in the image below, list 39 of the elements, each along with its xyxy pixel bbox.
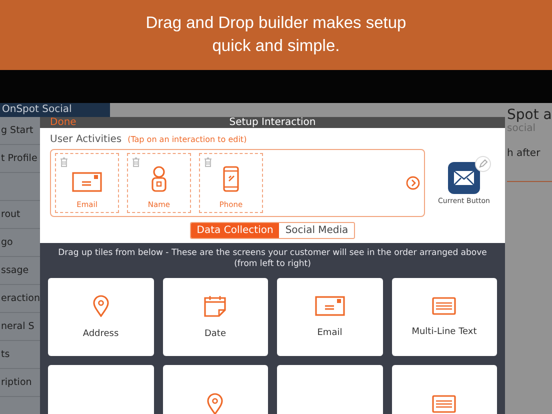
text-lines-icon: [432, 395, 456, 414]
done-button[interactable]: Done: [50, 117, 76, 128]
section-label: User Activities: [50, 134, 122, 145]
trash-icon[interactable]: [60, 157, 68, 167]
phone-icon: [223, 166, 239, 192]
page-text: h after: [507, 148, 542, 159]
map-pin-icon: [92, 295, 109, 318]
envelope-icon: [314, 296, 345, 316]
map-pin-icon: [207, 393, 224, 414]
sidebar-item[interactable]: ssage: [1, 265, 29, 276]
envelope-icon: [72, 172, 102, 192]
sidebar-item[interactable]: neral S: [1, 321, 34, 332]
calendar-icon: [204, 295, 226, 318]
envelope-icon: [453, 170, 475, 186]
pencil-icon[interactable]: [475, 156, 491, 172]
sidebar-item[interactable]: t Profile: [1, 153, 38, 164]
sidebar-title: OnSpot Social: [0, 103, 110, 117]
field-tile[interactable]: Address: [48, 278, 154, 356]
current-button[interactable]: [448, 162, 480, 194]
instructions-text: Drag up tiles from below - These are the screens your customer will see in the order arranged above (from left to right): [57, 247, 488, 270]
text-lines-icon: [432, 297, 456, 316]
sidebar-item[interactable]: rout: [1, 209, 20, 220]
field-tile[interactable]: Date: [162, 278, 268, 356]
dialog-title: Setup Interaction: [229, 117, 316, 128]
sidebar-item[interactable]: ts: [1, 349, 10, 360]
field-tile[interactable]: Email: [277, 278, 382, 356]
logo-text: Spot a: [507, 107, 552, 123]
hint-text: (Tap on an interaction to edit): [128, 135, 247, 144]
sidebar-item[interactable]: go: [1, 237, 13, 248]
trash-icon[interactable]: [204, 157, 212, 167]
segment-tab[interactable]: Data Collection: [190, 223, 280, 238]
trash-icon[interactable]: [132, 157, 140, 167]
person-icon: [151, 166, 167, 192]
sidebar-item[interactable]: eraction: [1, 293, 40, 304]
sidebar-item[interactable]: ription: [1, 377, 32, 388]
field-tile[interactable]: Multi-Line Text: [392, 278, 497, 356]
chevron-right-icon[interactable]: [406, 176, 420, 190]
sidebar-item[interactable]: g Start: [1, 125, 34, 136]
banner-caption: Drag and Drop builder makes setup quick and simple.: [144, 12, 408, 57]
